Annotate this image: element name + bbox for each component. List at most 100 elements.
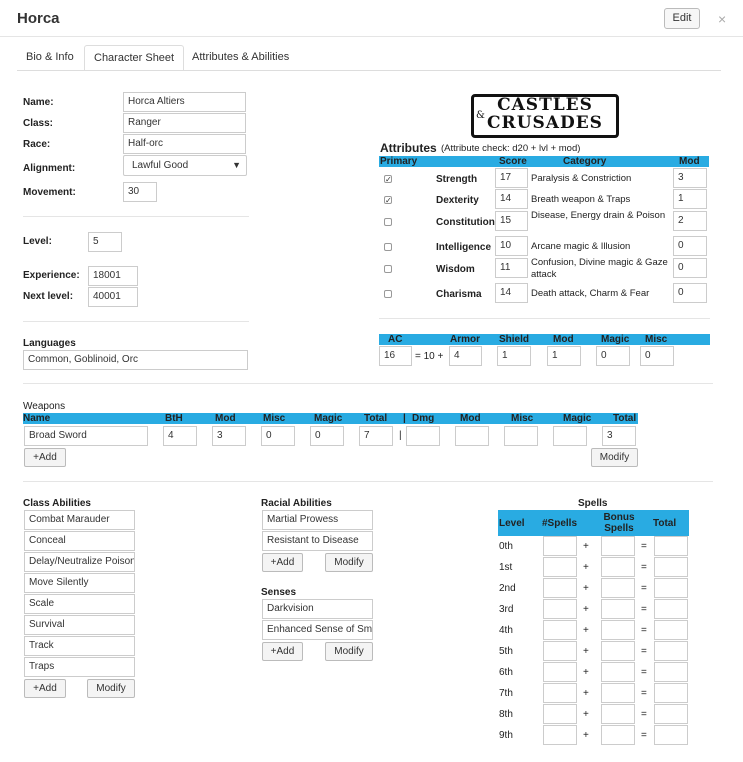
attribute-score-field[interactable]: 11: [495, 258, 528, 278]
experience-field[interactable]: 18001: [88, 266, 138, 286]
class-modify-button[interactable]: Modify: [87, 679, 135, 698]
tab-attributes-abilities[interactable]: Attributes & Abilities: [183, 45, 298, 71]
spell-total-field[interactable]: [654, 557, 688, 577]
class-ability-field[interactable]: Survival: [24, 615, 135, 635]
ac-magic-field[interactable]: 0: [596, 346, 630, 366]
next-level-field[interactable]: 40001: [88, 287, 138, 307]
spell-total-field[interactable]: [654, 704, 688, 724]
weapon-name-field[interactable]: Broad Sword: [24, 426, 148, 446]
class-ability-field[interactable]: Track: [24, 636, 135, 656]
sense-field[interactable]: Darkvision: [262, 599, 373, 619]
attribute-score-field[interactable]: 10: [495, 236, 528, 256]
bonus-spells-field[interactable]: [601, 683, 635, 703]
spell-total-field[interactable]: [654, 536, 688, 556]
attribute-mod-field[interactable]: 0: [673, 236, 707, 256]
spell-total-field[interactable]: [654, 641, 688, 661]
ac-misc-field[interactable]: 0: [640, 346, 674, 366]
spell-count-field[interactable]: [543, 557, 577, 577]
weapon-total-field[interactable]: 7: [359, 426, 393, 446]
spell-count-field[interactable]: [543, 641, 577, 661]
bonus-spells-field[interactable]: [601, 725, 635, 745]
class-ability-field[interactable]: Delay/Neutralize Poison: [24, 552, 135, 572]
primary-checkbox[interactable]: ✓: [384, 175, 392, 184]
class-ability-field[interactable]: Combat Marauder: [24, 510, 135, 530]
spell-total-field[interactable]: [654, 578, 688, 598]
spell-count-field[interactable]: [543, 578, 577, 598]
tab-character-sheet[interactable]: Character Sheet: [84, 45, 185, 71]
primary-checkbox[interactable]: [384, 265, 392, 273]
weapon-dmg-total-field[interactable]: 3: [602, 426, 636, 446]
attribute-score-field[interactable]: 17: [495, 168, 528, 188]
close-icon[interactable]: ×: [718, 11, 726, 27]
senses-modify-button[interactable]: Modify: [325, 642, 373, 661]
bonus-spells-field[interactable]: [601, 599, 635, 619]
spell-count-field[interactable]: [543, 662, 577, 682]
bonus-spells-field[interactable]: [601, 620, 635, 640]
spell-count-field[interactable]: [543, 725, 577, 745]
attribute-mod-field[interactable]: 2: [673, 211, 707, 231]
attribute-mod-field[interactable]: 3: [673, 168, 707, 188]
spell-total-field[interactable]: [654, 620, 688, 640]
weapon-magic-field[interactable]: 0: [310, 426, 344, 446]
weapon-dmg-magic-field[interactable]: [553, 426, 587, 446]
languages-field[interactable]: Common, Goblinoid, Orc: [23, 350, 248, 370]
edit-button[interactable]: Edit: [664, 8, 700, 29]
weapon-dmg-field[interactable]: [406, 426, 440, 446]
race-field[interactable]: Half-orc: [123, 134, 246, 154]
level-field[interactable]: 5: [88, 232, 122, 252]
bonus-spells-field[interactable]: [601, 704, 635, 724]
weapon-misc-field[interactable]: 0: [261, 426, 295, 446]
spell-count-field[interactable]: [543, 683, 577, 703]
racial-modify-button[interactable]: Modify: [325, 553, 373, 572]
spell-count-field[interactable]: [543, 536, 577, 556]
bonus-spells-field[interactable]: [601, 641, 635, 661]
spell-total-field[interactable]: [654, 599, 688, 619]
tab-bio-info[interactable]: Bio & Info: [17, 45, 83, 71]
alignment-select[interactable]: Lawful Good ▼: [123, 155, 247, 176]
racial-add-button[interactable]: +Add: [262, 553, 303, 572]
racial-ability-field[interactable]: Resistant to Disease: [262, 531, 373, 551]
attribute-score-field[interactable]: 14: [495, 283, 528, 303]
weapon-mod-field[interactable]: 3: [212, 426, 246, 446]
spell-level-header: Level: [499, 518, 525, 529]
spell-count-field[interactable]: [543, 599, 577, 619]
primary-checkbox[interactable]: [384, 290, 392, 298]
name-field[interactable]: Horca Altiers: [123, 92, 246, 112]
attribute-mod-field[interactable]: 1: [673, 189, 707, 209]
weapon-dmg-mod-field[interactable]: [455, 426, 489, 446]
sense-field[interactable]: Enhanced Sense of Smell: [262, 620, 373, 640]
armor-field[interactable]: 4: [449, 346, 482, 366]
weapon-modify-button[interactable]: Modify: [591, 448, 638, 467]
movement-field[interactable]: 30: [123, 182, 157, 202]
attribute-mod-field[interactable]: 0: [673, 258, 707, 278]
class-ability-field[interactable]: Traps: [24, 657, 135, 677]
bonus-spells-field[interactable]: [601, 662, 635, 682]
weapon-dmg-misc-field[interactable]: [504, 426, 538, 446]
weapon-add-button[interactable]: +Add: [24, 448, 66, 467]
racial-ability-field[interactable]: Martial Prowess: [262, 510, 373, 530]
primary-checkbox[interactable]: [384, 218, 392, 226]
class-ability-field[interactable]: Scale: [24, 594, 135, 614]
spell-count-field[interactable]: [543, 620, 577, 640]
bonus-spells-field[interactable]: [601, 536, 635, 556]
bonus-spells-field[interactable]: [601, 578, 635, 598]
attribute-score-field[interactable]: 14: [495, 189, 528, 209]
weapon-bth-field[interactable]: 4: [163, 426, 197, 446]
shield-field[interactable]: 1: [497, 346, 531, 366]
class-ability-field[interactable]: Move Silently: [24, 573, 135, 593]
spell-total-field[interactable]: [654, 725, 688, 745]
class-add-button[interactable]: +Add: [24, 679, 66, 698]
spell-total-field[interactable]: [654, 662, 688, 682]
ac-field[interactable]: 16: [379, 346, 412, 366]
spell-total-field[interactable]: [654, 683, 688, 703]
ac-mod-field[interactable]: 1: [547, 346, 581, 366]
bonus-spells-field[interactable]: [601, 557, 635, 577]
class-ability-field[interactable]: Conceal: [24, 531, 135, 551]
primary-checkbox[interactable]: ✓: [384, 196, 392, 205]
attribute-mod-field[interactable]: 0: [673, 283, 707, 303]
attribute-score-field[interactable]: 15: [495, 211, 528, 231]
class-field[interactable]: Ranger: [123, 113, 246, 133]
primary-checkbox[interactable]: [384, 243, 392, 251]
senses-add-button[interactable]: +Add: [262, 642, 303, 661]
spell-count-field[interactable]: [543, 704, 577, 724]
